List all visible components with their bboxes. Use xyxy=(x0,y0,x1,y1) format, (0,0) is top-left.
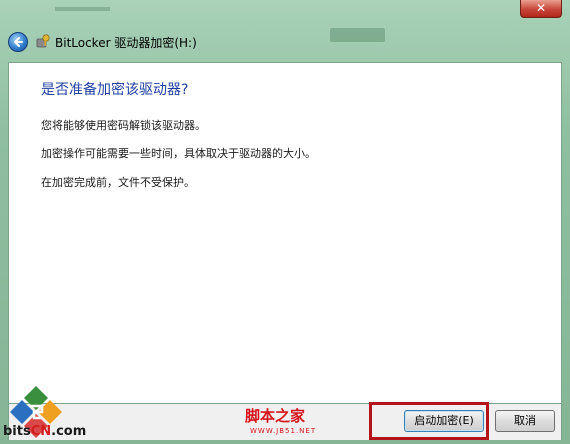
close-icon: ✕ xyxy=(535,1,547,15)
content-area: 是否准备加密该驱动器? 您将能够使用密码解锁该驱动器。 加密操作可能需要一些时间… xyxy=(8,62,562,404)
window-frame: ✕ BitLocker 驱动器加密(H:) 是否准备加密该驱动器? 您将能够使用… xyxy=(0,0,570,444)
info-text-duration: 加密操作可能需要一些时间，具体取决于驱动器的大小。 xyxy=(41,147,316,160)
page-heading: 是否准备加密该驱动器? xyxy=(41,82,189,98)
info-text-password: 您将能够使用密码解锁该驱动器。 xyxy=(41,119,206,132)
highlight-box xyxy=(369,402,489,440)
bitscn-logo-text: bitsCN.com xyxy=(3,424,87,439)
background-ghost-text xyxy=(55,4,115,17)
watermark-jb51: 脚本之家 xyxy=(245,407,306,425)
close-button[interactable]: ✕ xyxy=(520,0,562,18)
title-bar: ✕ BitLocker 驱动器加密(H:) xyxy=(0,0,570,62)
window-title: BitLocker 驱动器加密(H:) xyxy=(55,36,197,50)
watermark-jb51-url: WWW.JB51.NET xyxy=(250,427,317,435)
back-button[interactable] xyxy=(8,32,28,52)
back-arrow-icon xyxy=(14,37,23,47)
cancel-button[interactable]: 取消 xyxy=(495,410,555,432)
bitlocker-key-icon xyxy=(36,34,50,48)
background-ghost-bar xyxy=(330,28,385,42)
info-text-protection: 在加密完成前，文件不受保护。 xyxy=(41,176,195,189)
